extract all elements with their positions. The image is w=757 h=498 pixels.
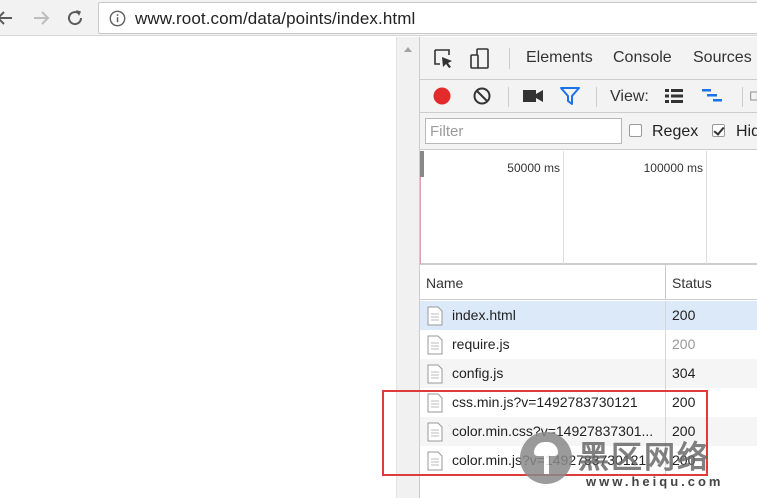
device-toolbar-icon[interactable] xyxy=(468,47,492,71)
column-header-status[interactable]: Status xyxy=(666,265,718,300)
large-rows-button[interactable] xyxy=(662,85,686,107)
hide-data-urls-label: Hid xyxy=(736,123,757,140)
hide-data-urls-checkbox[interactable] xyxy=(712,124,725,137)
overview-toggle-button[interactable] xyxy=(700,85,724,107)
reload-button[interactable] xyxy=(64,7,86,29)
request-status: 304 xyxy=(672,365,696,381)
network-table-header: Name Status xyxy=(420,264,757,300)
column-divider xyxy=(665,359,666,388)
reload-icon xyxy=(68,10,83,26)
info-icon[interactable] xyxy=(109,10,126,27)
watermark: 黑区网络 www.heiqu.com xyxy=(520,430,757,498)
capture-screenshots-button[interactable] xyxy=(521,85,545,107)
request-name[interactable]: config.js xyxy=(452,365,662,381)
tab-separator xyxy=(509,48,510,69)
filter-toggle-button[interactable] xyxy=(558,85,582,107)
watermark-url: www.heiqu.com xyxy=(586,474,724,489)
column-divider xyxy=(665,301,666,330)
request-name[interactable]: require.js xyxy=(452,336,662,352)
page-viewport xyxy=(0,37,396,498)
timeline-label-50000: 50000 ms xyxy=(507,161,560,175)
regex-checkbox[interactable] xyxy=(629,124,642,137)
waterfall-icon xyxy=(702,89,722,102)
timeline-load-line xyxy=(420,177,421,264)
toolbar-separator xyxy=(596,87,597,107)
clear-button[interactable] xyxy=(470,85,494,107)
toolbar-separator xyxy=(742,87,743,107)
address-bar[interactable]: www.root.com/data/points/index.html xyxy=(98,2,757,34)
url-text[interactable]: www.root.com/data/points/index.html xyxy=(135,9,415,29)
watermark-brand: 黑区网络 xyxy=(578,440,710,476)
funnel-icon xyxy=(560,87,580,105)
column-divider xyxy=(665,330,666,359)
back-button[interactable] xyxy=(0,7,16,29)
video-camera-icon xyxy=(523,90,543,102)
table-row[interactable]: config.js 304 xyxy=(420,359,757,388)
scroll-up-arrow-icon[interactable] xyxy=(404,47,412,52)
network-toolbar: View: xyxy=(420,80,757,113)
record-button[interactable] xyxy=(430,85,454,107)
column-header-name[interactable]: Name xyxy=(420,265,469,300)
timeline-label-100000: 100000 ms xyxy=(643,161,703,175)
screenshot-checkbox-cut[interactable] xyxy=(750,85,757,107)
toolbar-separator xyxy=(508,87,509,107)
devtools-tab-bar: Elements Console Sources xyxy=(420,37,757,80)
table-row[interactable]: index.html 200 xyxy=(420,301,757,330)
timeline-start-marker xyxy=(420,151,424,177)
tab-sources[interactable]: Sources xyxy=(693,49,752,67)
browser-toolbar: www.root.com/data/points/index.html xyxy=(0,0,757,36)
document-icon xyxy=(427,335,443,355)
request-status: 200 xyxy=(672,336,696,352)
checkbox-icon xyxy=(750,91,757,101)
watermark-logo-icon xyxy=(520,432,572,484)
clear-icon xyxy=(473,87,491,105)
inspect-element-icon[interactable] xyxy=(432,47,456,71)
list-view-icon xyxy=(665,89,683,103)
tab-elements[interactable]: Elements xyxy=(526,49,593,67)
record-icon xyxy=(433,87,451,105)
forward-button[interactable] xyxy=(30,7,52,29)
timeline-gridline xyxy=(563,151,564,264)
request-status: 200 xyxy=(672,307,696,323)
document-icon xyxy=(427,306,443,326)
table-row[interactable]: require.js 200 xyxy=(420,330,757,359)
back-arrow-icon xyxy=(0,11,12,25)
timeline-overview[interactable]: 50000 ms 100000 ms xyxy=(420,151,757,264)
request-name[interactable]: index.html xyxy=(452,307,662,323)
tab-console[interactable]: Console xyxy=(613,49,672,67)
forward-arrow-icon xyxy=(34,11,50,25)
regex-label: Regex xyxy=(652,123,699,140)
view-label: View: xyxy=(610,88,649,105)
filter-input[interactable] xyxy=(425,118,622,144)
document-icon xyxy=(427,364,443,384)
filter-bar: Regex Hid xyxy=(420,113,757,150)
timeline-gridline xyxy=(706,151,707,264)
